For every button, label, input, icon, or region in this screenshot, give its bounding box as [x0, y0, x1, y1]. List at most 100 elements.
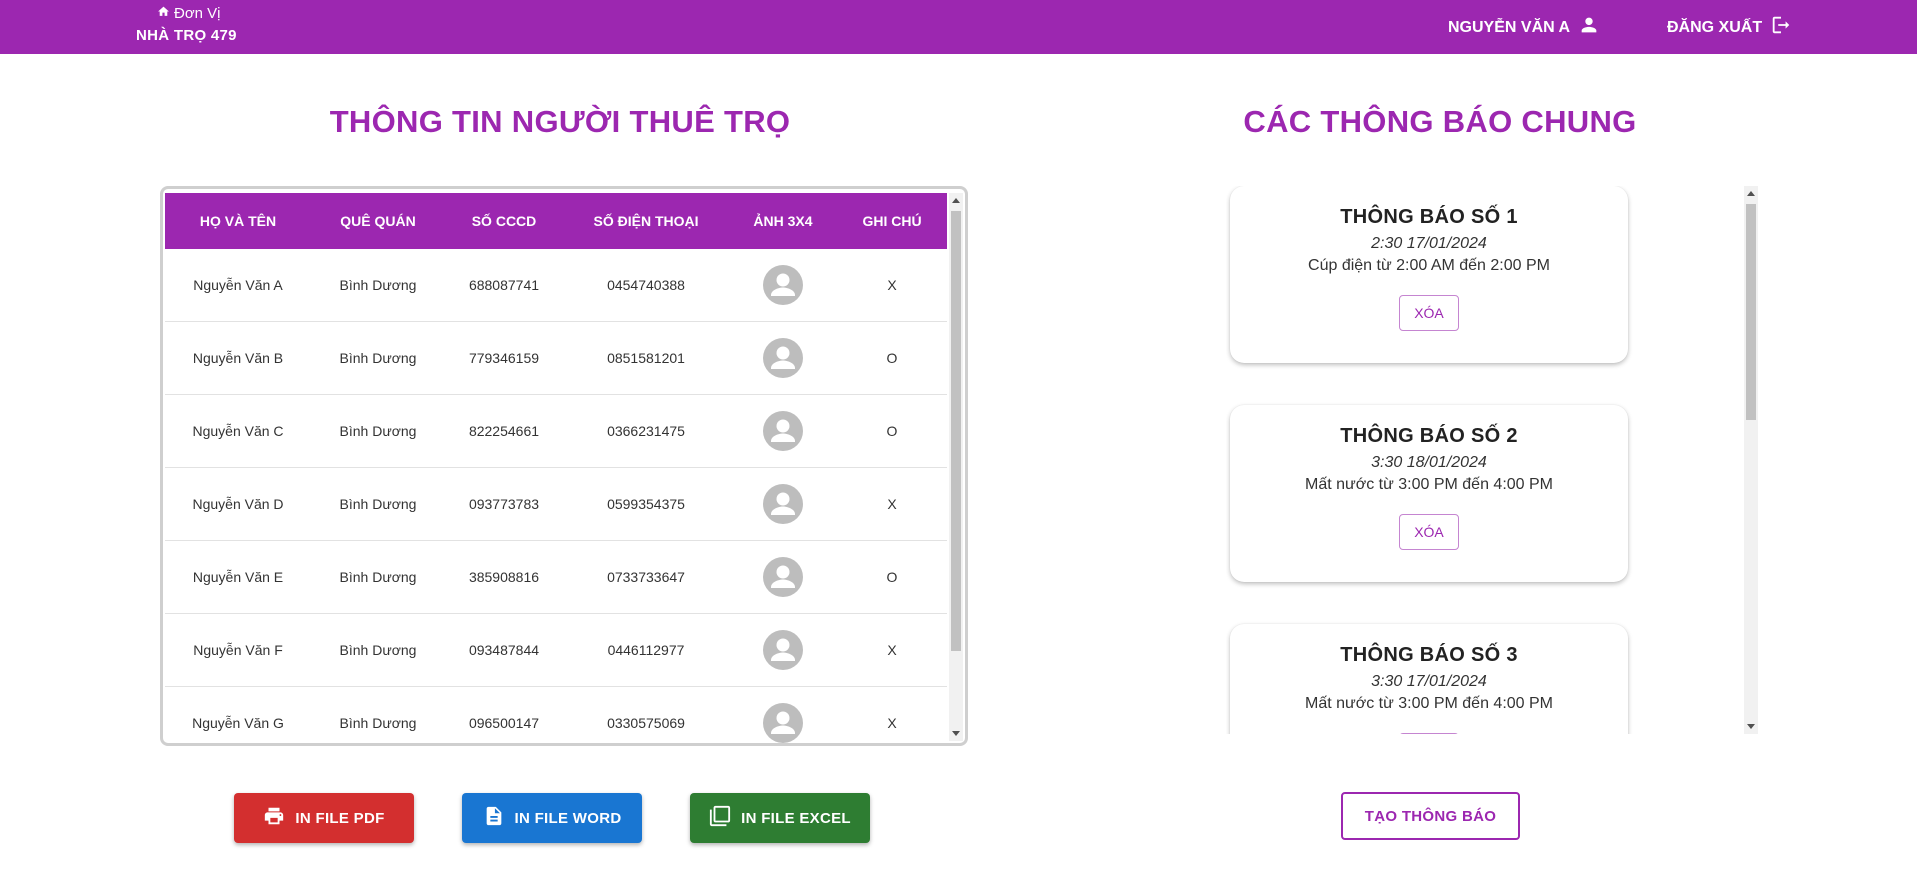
logout-label: ĐĂNG XUẤT — [1667, 18, 1763, 36]
cell-note: X — [887, 277, 897, 293]
print-excel-button[interactable]: IN FILE EXCEL — [690, 793, 870, 843]
cell-hometown: Bình Dương — [339, 350, 417, 366]
avatar-icon[interactable] — [763, 411, 803, 451]
home-icon — [157, 5, 170, 22]
scrollbar-thumb[interactable] — [951, 211, 961, 651]
scroll-up-arrow-icon[interactable] — [1747, 191, 1755, 196]
cell-id-number: 096500147 — [468, 715, 540, 731]
notices-scrollbar[interactable] — [1744, 186, 1758, 734]
cell-id-number: 688087741 — [468, 277, 540, 293]
cell-name: Nguyễn Văn F — [193, 642, 283, 658]
cell-note: O — [886, 569, 898, 585]
notice-time: 2:30 17/01/2024 — [1371, 235, 1487, 252]
cell-name: Nguyễn Văn B — [192, 350, 284, 366]
column-header-hometown: QUÊ QUÁN — [340, 213, 416, 229]
table-row[interactable]: Nguyễn Văn B Bình Dương 779346159 085158120… — [165, 322, 947, 395]
printer-icon — [263, 805, 285, 831]
cell-note: O — [886, 423, 898, 439]
cell-photo — [729, 249, 837, 321]
cell-photo — [729, 468, 837, 540]
user-name: NGUYỄN VĂN A — [1448, 18, 1571, 36]
scroll-up-arrow-icon[interactable] — [952, 198, 960, 203]
notice-title: THÔNG BÁO SỐ 3 — [1340, 644, 1518, 666]
notice-card: THÔNG BÁO SỐ 3 3:30 17/01/2024 Mất nước từ… — [1230, 624, 1628, 734]
cell-id-number: 093773783 — [468, 496, 540, 512]
tenants-title: THÔNG TIN NGƯỜI THUÊ TRỌ — [329, 104, 791, 139]
avatar-icon[interactable] — [763, 557, 803, 597]
cell-photo — [729, 687, 837, 743]
cell-photo — [729, 322, 837, 394]
cell-phone: 0330575069 — [607, 715, 685, 731]
cell-phone: 0599354375 — [607, 496, 685, 512]
cell-photo — [729, 395, 837, 467]
table-row[interactable]: Nguyễn Văn G Bình Dương 096500147 033057506… — [165, 687, 947, 743]
cell-name: Nguyễn Văn D — [192, 496, 284, 512]
cell-name: Nguyễn Văn A — [193, 277, 283, 293]
document-icon — [483, 805, 505, 831]
notice-time: 3:30 18/01/2024 — [1371, 454, 1487, 471]
notice-time: 3:30 17/01/2024 — [1371, 673, 1487, 690]
notice-title: THÔNG BÁO SỐ 2 — [1340, 425, 1518, 447]
avatar-icon[interactable] — [763, 630, 803, 670]
avatar-icon[interactable] — [763, 265, 803, 305]
table-scrollbar[interactable] — [949, 193, 963, 741]
cell-photo — [729, 614, 837, 686]
cell-name: Nguyễn Văn E — [192, 569, 284, 585]
cell-name: Nguyễn Văn G — [192, 715, 284, 731]
table-row[interactable]: Nguyễn Văn F Bình Dương 093487844 044611297… — [165, 614, 947, 687]
logout-button[interactable]: ĐĂNG XUẤT — [1667, 14, 1792, 41]
column-header-photo: ẢNH 3X4 — [753, 213, 813, 229]
unit-label: Đơn Vị — [174, 5, 221, 22]
cell-phone: 0851581201 — [607, 350, 685, 366]
cell-name: Nguyễn Văn C — [192, 423, 284, 439]
cell-note: X — [887, 496, 897, 512]
table-rows: Nguyễn Văn A Bình Dương 688087741 045474038… — [165, 249, 947, 743]
table-header: HỌ VÀ TÊN QUÊ QUÁN SỐ CCCD SỐ ĐIỆN THOẠI… — [165, 193, 947, 249]
cell-id-number: 385908816 — [468, 569, 540, 585]
column-header-note: GHI CHÚ — [862, 213, 922, 229]
scroll-down-arrow-icon[interactable] — [1747, 724, 1755, 729]
cell-note: O — [886, 350, 898, 366]
table-row[interactable]: Nguyễn Văn A Bình Dương 688087741 045474038… — [165, 249, 947, 322]
table-body-scroll-area: HỌ VÀ TÊN QUÊ QUÁN SỐ CCCD SỐ ĐIỆN THOẠI… — [165, 193, 947, 743]
delete-notice-button[interactable]: XÓA — [1399, 514, 1459, 550]
cell-id-number: 779346159 — [468, 350, 540, 366]
print-pdf-label: IN FILE PDF — [295, 809, 385, 827]
avatar-icon[interactable] — [763, 338, 803, 378]
table-row[interactable]: Nguyễn Văn E Bình Dương 385908816 073373364… — [165, 541, 947, 614]
create-notice-button[interactable]: TẠO THÔNG BÁO — [1341, 792, 1520, 840]
notice-title: THÔNG BÁO SỐ 1 — [1340, 206, 1518, 228]
tenants-table: HỌ VÀ TÊN QUÊ QUÁN SỐ CCCD SỐ ĐIỆN THOẠI… — [160, 186, 968, 746]
cell-note: X — [887, 715, 897, 731]
table-row[interactable]: Nguyễn Văn C Bình Dương 822254661 036623147… — [165, 395, 947, 468]
brand: Đơn Vị NHÀ TRỌ 479 — [136, 5, 237, 44]
delete-notice-button[interactable]: XÓA — [1399, 295, 1459, 331]
scrollbar-thumb[interactable] — [1746, 204, 1756, 420]
notice-message: Cúp điện từ 2:00 AM đến 2:00 PM — [1308, 257, 1550, 274]
notices-title: CÁC THÔNG BÁO CHUNG — [1243, 104, 1637, 139]
cell-hometown: Bình Dương — [339, 277, 417, 293]
cell-phone: 0366231475 — [607, 423, 685, 439]
avatar-icon[interactable] — [763, 484, 803, 524]
avatar-icon[interactable] — [763, 703, 803, 743]
print-excel-label: IN FILE EXCEL — [741, 809, 851, 827]
cell-id-number: 093487844 — [468, 642, 540, 658]
delete-notice-button[interactable]: XÓA — [1399, 733, 1459, 734]
user-button[interactable]: NGUYỄN VĂN A — [1448, 14, 1600, 41]
cell-phone: 0446112977 — [607, 642, 685, 658]
top-app-bar: Đơn Vị NHÀ TRỌ 479 NGUYỄN VĂN A ĐĂNG XUẤ… — [0, 0, 1917, 54]
cell-id-number: 822254661 — [468, 423, 540, 439]
table-row[interactable]: Nguyễn Văn D Bình Dương 093773783 059935437… — [165, 468, 947, 541]
print-pdf-button[interactable]: IN FILE PDF — [234, 793, 414, 843]
scroll-down-arrow-icon[interactable] — [952, 731, 960, 736]
person-icon — [1578, 14, 1600, 41]
unit-name: NHÀ TRỌ 479 — [136, 27, 237, 44]
cell-hometown: Bình Dương — [339, 496, 417, 512]
column-header-name: HỌ VÀ TÊN — [199, 213, 277, 229]
cell-phone: 0733733647 — [607, 569, 685, 585]
column-header-id: SỐ CCCD — [471, 213, 537, 229]
notice-card: THÔNG BÁO SỐ 1 2:30 17/01/2024 Cúp điện từ… — [1230, 186, 1628, 363]
notice-message: Mất nước từ 3:00 PM đến 4:00 PM — [1304, 476, 1554, 493]
notice-message: Mất nước từ 3:00 PM đến 4:00 PM — [1304, 695, 1554, 712]
print-word-button[interactable]: IN FILE WORD — [462, 793, 642, 843]
